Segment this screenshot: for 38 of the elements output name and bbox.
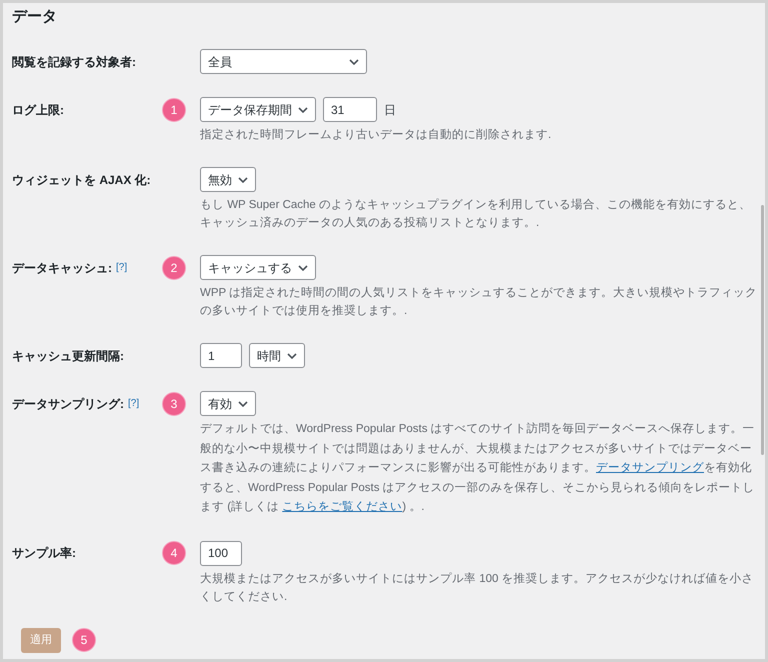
dropdown[interactable]: キャッシュする [200,255,316,280]
dropdown[interactable]: 有効 [200,391,256,416]
dropdown[interactable]: 全員 [200,49,367,74]
number-badge: 3 [162,392,186,416]
description-text: デフォルトでは、WordPress Popular Posts はすべてのサイト訪問を毎回データベースへ保存します。一般的な小〜中規模サイトでは問題はありませんが、大規模またはアクセスが多いサイトではデータベース書き込みの連続によりパフォーマンスに影響が出る可能性があります。データサンプリングを有効化すると、WordPress Popular Posts はアクセスの一部のみを保存し、そこから見られる傾向をレポートします (詳しくは こちらをご覧ください) 。. [200,421,756,515]
setting-label: データキャッシュ: [12,260,112,276]
link[interactable]: データサンプリング [596,462,704,474]
chevron-down-icon [298,264,308,270]
chevron-down-icon [238,176,248,182]
chevron-down-icon [287,352,297,358]
number-badge: 5 [72,628,96,652]
number-input[interactable]: 100 [200,540,242,566]
setting-label: データサンプリング: [12,396,124,412]
number-badge: 1 [162,98,186,122]
setting-label: ウィジェットを AJAX 化: [12,172,151,188]
dropdown[interactable]: 時間 [249,343,305,368]
description-text: 大規模またはアクセスが多いサイトにはサンプル率 100 を推奨します。アクセスが少なければ値を小さくしてください. [200,571,755,604]
unit-label: 日 [384,102,396,118]
help-link[interactable]: [?] [128,396,140,411]
description-text: 指定された時間フレームより古いデータは自動的に削除されます. [200,128,552,143]
description-text: もし WP Super Cache のようなキャッシュプラグインを利用している場合、この機能を有効にすると、キャッシュ済みのデータの人気のある投稿リストとなります。. [200,197,752,231]
help-link[interactable]: [?] [116,260,128,275]
chevron-down-icon [349,58,359,64]
number-badge: 4 [162,541,186,565]
dropdown[interactable]: データ保存期間 [200,97,316,122]
link[interactable]: こちらをご覧ください [282,501,402,513]
chevron-down-icon [298,106,308,112]
number-input[interactable]: 31 [323,97,377,122]
description-text: WPP は指定された時間の間の人気リストをキャッシュすることができます。大きい規模やトラフィックの多いサイトでは使用を推奨します。. [200,286,758,319]
setting-label: サンプル率: [12,545,76,562]
setting-label: キャッシュ更新間隔: [12,348,124,364]
setting-label: ログ上限: [12,102,64,118]
number-badge: 2 [162,256,186,280]
chevron-down-icon [238,400,248,406]
number-input[interactable]: 1 [200,343,242,368]
dropdown[interactable]: 無効 [200,167,256,192]
setting-label: 閲覧を記録する対象者: [12,54,136,70]
section-title: データ [12,7,57,27]
